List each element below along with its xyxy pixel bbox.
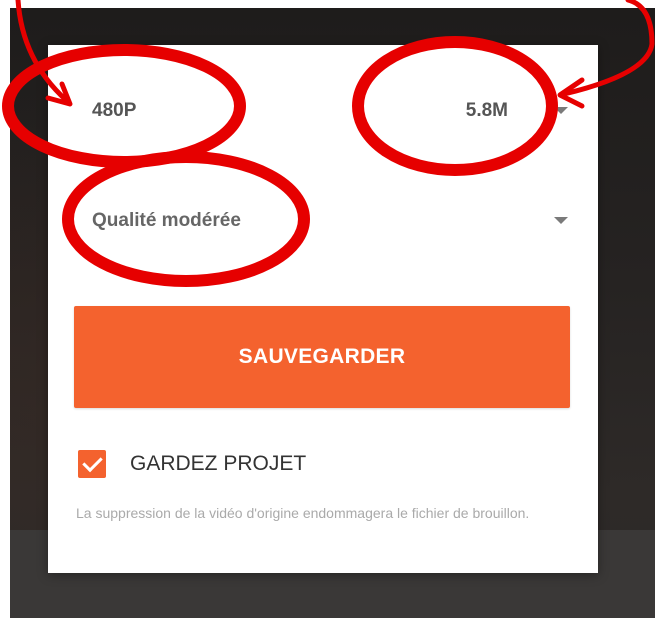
resolution-value: 480P — [92, 100, 137, 121]
keep-project-label[interactable]: GARDEZ PROJET — [130, 446, 306, 482]
export-dialog: 480P 5.8M Qualité modérée SAUVEGARDER GA… — [48, 45, 598, 573]
checkmark-icon — [82, 451, 103, 473]
resolution-row[interactable]: 480P 5.8M — [48, 83, 598, 139]
keep-project-checkbox[interactable] — [78, 450, 106, 478]
quality-value: Qualité modérée — [92, 210, 241, 231]
chevron-down-icon[interactable] — [554, 217, 568, 224]
quality-row[interactable]: Qualité modérée — [48, 193, 598, 249]
save-button[interactable]: SAUVEGARDER — [74, 306, 570, 408]
draft-warning-text: La suppression de la vidéo d'origine end… — [76, 505, 530, 521]
file-size-value: 5.8M — [465, 100, 508, 121]
keep-project-row[interactable]: GARDEZ PROJET — [74, 446, 578, 482]
chevron-down-icon[interactable] — [554, 107, 568, 114]
